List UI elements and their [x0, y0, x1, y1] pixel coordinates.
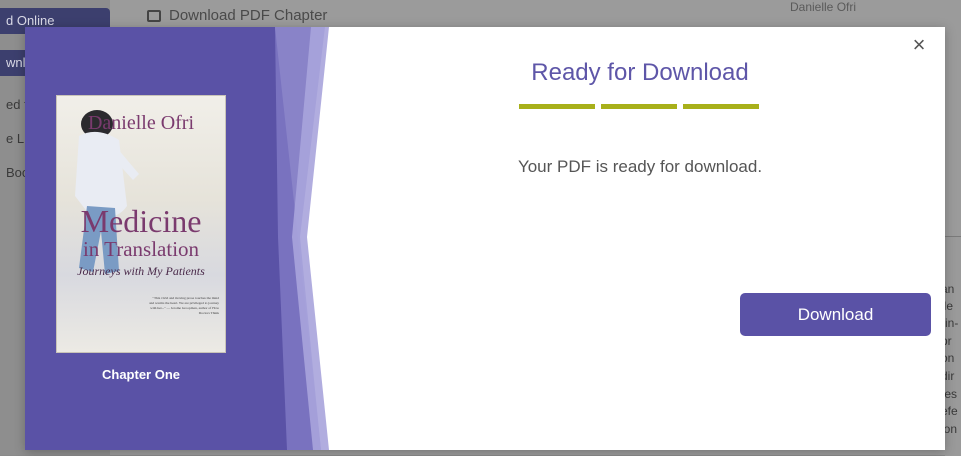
download-button[interactable]: Download: [740, 293, 931, 336]
title-underline: [519, 104, 759, 109]
monitor-icon: [147, 9, 161, 22]
cover-subtitle: Journeys with My Patients: [77, 264, 205, 278]
modal-message: Your PDF is ready for download.: [517, 157, 763, 176]
cover-author: Danielle Ofri: [87, 112, 195, 134]
bg-side-item: e L: [6, 131, 25, 146]
close-icon[interactable]: ×: [909, 34, 929, 56]
bg-download-pdf-label: Download PDF Chapter: [169, 7, 328, 24]
cover-title-line2: in Translation: [82, 237, 200, 261]
bg-download-pdf-link: Download PDF Chapter: [147, 7, 327, 24]
underline-segment: [601, 104, 677, 109]
chapter-label: Chapter One: [101, 367, 180, 382]
modal-title: Ready for Download: [531, 59, 749, 86]
download-modal: Danielle Ofri Medicine in Translation Jo…: [25, 27, 945, 450]
bg-author-name: Danielle Ofri: [790, 0, 857, 14]
book-cover: Danielle Ofri Medicine in Translation Jo…: [56, 95, 226, 353]
underline-segment: [683, 104, 759, 109]
cover-blurb: "This vivid and moving prose touches the…: [149, 296, 219, 315]
underline-segment: [519, 104, 595, 109]
modal-left-panel: Danielle Ofri Medicine in Translation Jo…: [25, 27, 335, 450]
cover-title: Medicine: [80, 203, 202, 239]
